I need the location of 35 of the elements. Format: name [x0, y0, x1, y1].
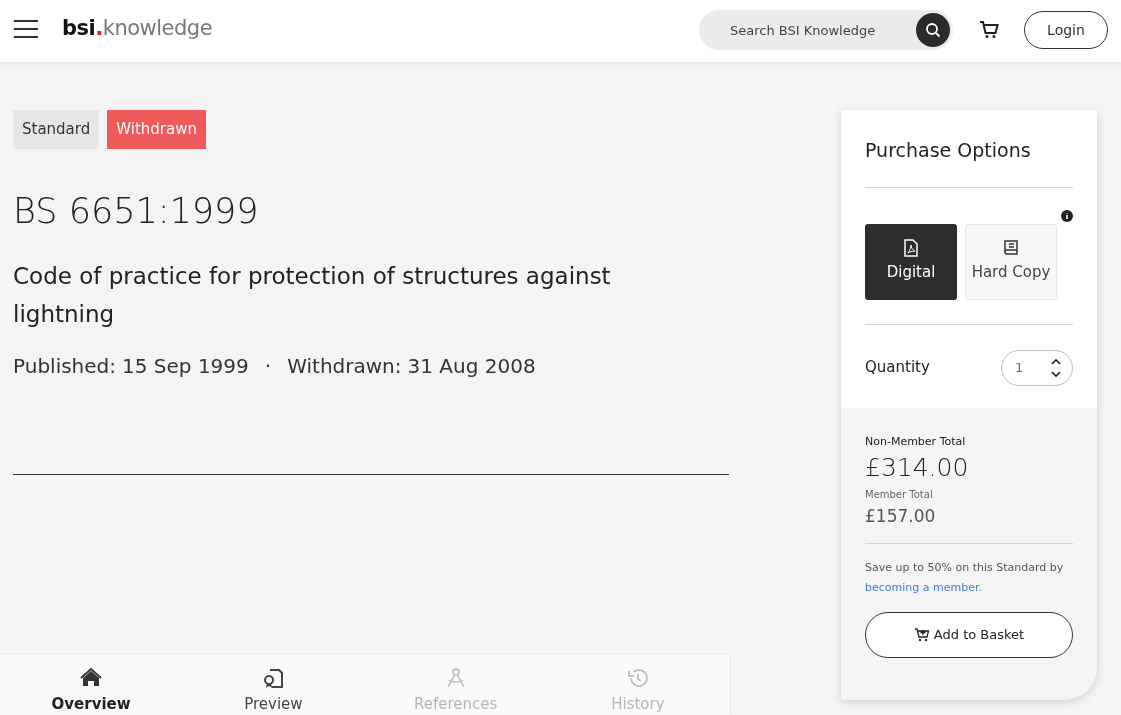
withdrawn-date: 31 Aug 2008 [407, 353, 536, 380]
membership-link[interactable]: becoming a member. [865, 581, 982, 594]
logo[interactable]: bsi.knowledge [62, 13, 213, 45]
price: £157.00 [865, 504, 937, 528]
book-icon [1003, 239, 1019, 258]
home-icon [80, 667, 103, 689]
quantity-label: Quantity [865, 357, 930, 379]
pdf-file-icon [903, 239, 919, 258]
add-to-basket-button[interactable]: Add to Basket [865, 612, 1073, 658]
format-option[interactable]: Digital [865, 223, 957, 300]
card-title: Purchase Options [865, 138, 1032, 163]
price-label: Member Total [865, 487, 934, 502]
price: £314.00 [865, 451, 970, 484]
info-icon [1061, 210, 1073, 222]
compass-icon [444, 667, 467, 689]
separator: · [264, 353, 272, 380]
nav-tab[interactable]: Preview [182, 655, 365, 715]
standard-title: Code of practice for protection of structures against lightning [13, 262, 612, 329]
withdrawn-label: Withdrawn: [287, 353, 402, 380]
standard-code: BS 6651:1999 [13, 190, 260, 233]
cart-icon [913, 628, 930, 642]
cart-icon[interactable] [979, 21, 999, 39]
history-icon [626, 667, 649, 689]
published-date: 15 Sep 1999 [122, 353, 249, 380]
price-label: Non-Member Total [865, 434, 967, 450]
document-icon [262, 667, 285, 689]
membership-text: Save up to 50% on this Standard by becoming a member. [865, 560, 1065, 596]
search-field[interactable]: Search BSI Knowledge [699, 10, 953, 50]
status-badge: Standard [13, 110, 100, 149]
menu-icon[interactable] [13, 19, 39, 39]
login-button[interactable]: Login [1024, 11, 1108, 49]
published-label: Published: [13, 353, 117, 380]
status-badge: Withdrawn [107, 110, 206, 149]
nav-tab[interactable]: Overview [0, 655, 183, 715]
format-option[interactable]: Hard Copy [965, 223, 1057, 300]
